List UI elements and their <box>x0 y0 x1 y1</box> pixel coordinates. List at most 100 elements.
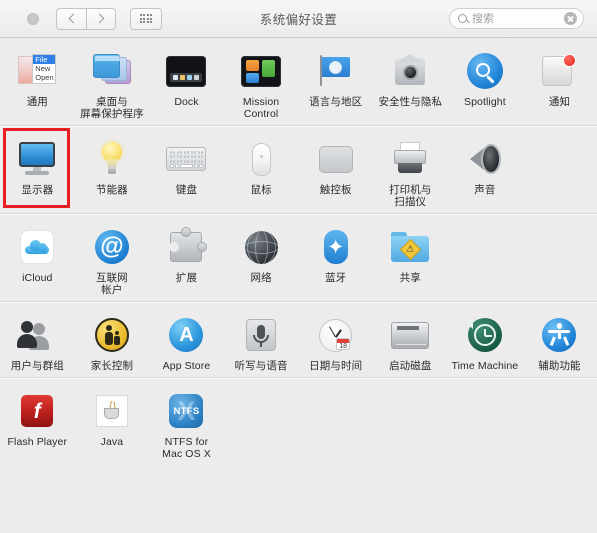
pane-icloud[interactable]: iCloud <box>0 221 75 296</box>
flash-symbol: f <box>33 399 41 423</box>
general-menu-item-open: Open <box>35 73 54 83</box>
pane-java[interactable]: Java <box>75 385 150 460</box>
trackpad-icon <box>314 137 358 181</box>
clear-icon[interactable] <box>564 12 577 25</box>
pane-row-hardware: 显示器 节能器 键盘 鼠标 触控板 打印机与 扫描仪 声音 <box>0 126 597 214</box>
pane-label: 家长控制 <box>90 360 134 372</box>
pane-label: iCloud <box>22 272 53 284</box>
pane-spacer <box>298 385 373 460</box>
users-groups-icon <box>15 313 59 357</box>
preference-panes-grid: File New Open 通用 桌面与 屏幕保护程序 Dock Mission… <box>0 38 597 533</box>
pane-label: 触控板 <box>319 184 352 196</box>
displays-icon <box>15 137 59 181</box>
pane-dock[interactable]: Dock <box>149 45 224 120</box>
window-control-dot[interactable] <box>27 12 39 25</box>
printers-scanners-icon <box>388 137 432 181</box>
pane-energy-saver[interactable]: 节能器 <box>75 133 150 208</box>
pane-label: 安全性与隐私 <box>378 96 443 108</box>
pane-label: 用户与群组 <box>10 360 64 372</box>
pane-accessibility[interactable]: 辅助功能 <box>522 309 597 372</box>
search-field[interactable] <box>449 8 584 29</box>
pane-label: 桌面与 屏幕保护程序 <box>80 96 144 120</box>
pane-spacer <box>224 385 299 460</box>
search-input[interactable] <box>472 12 554 25</box>
language-region-icon <box>314 49 358 93</box>
forward-button[interactable] <box>86 7 116 30</box>
pane-parental-controls[interactable]: 家长控制 <box>75 309 150 372</box>
pane-printers-scanners[interactable]: 打印机与 扫描仪 <box>373 133 448 208</box>
bluetooth-symbol: ✦ <box>326 235 345 259</box>
pane-keyboard[interactable]: 键盘 <box>149 133 224 208</box>
pane-internet-accounts[interactable]: @ 互联网 帐户 <box>75 221 150 296</box>
pane-dictation-speech[interactable]: 听写与语音 <box>224 309 299 372</box>
pane-date-time[interactable]: 18 日期与时间 <box>298 309 373 372</box>
pane-app-store[interactable]: A App Store <box>149 309 224 372</box>
back-button[interactable] <box>56 7 86 30</box>
window-toolbar: 系统偏好设置 <box>0 0 597 38</box>
accessibility-icon <box>537 313 581 357</box>
pane-label: NTFS for Mac OS X <box>162 436 211 460</box>
dock-icon <box>164 49 208 93</box>
internet-accounts-icon: @ <box>90 225 134 269</box>
java-icon <box>90 389 134 433</box>
pane-sound[interactable]: 声音 <box>448 133 523 208</box>
at-symbol: @ <box>94 230 129 264</box>
pane-network[interactable]: 网络 <box>224 221 299 296</box>
energy-saver-icon <box>90 137 134 181</box>
pane-notifications[interactable]: 通知 <box>522 45 597 120</box>
general-menu-item-new: New <box>35 64 51 74</box>
pane-mission-control[interactable]: Mission Control <box>224 45 299 120</box>
pane-label: 打印机与 扫描仪 <box>389 184 432 208</box>
pane-label: 声音 <box>474 184 496 196</box>
pane-startup-disk[interactable]: 启动磁盘 <box>373 309 448 372</box>
pane-desktop-screensaver[interactable]: 桌面与 屏幕保护程序 <box>75 45 150 120</box>
navigation-buttons <box>56 7 116 30</box>
show-all-button[interactable] <box>130 7 162 30</box>
mission-control-icon <box>239 49 283 93</box>
pane-security-privacy[interactable]: 安全性与隐私 <box>373 45 448 120</box>
icloud-icon <box>15 225 59 269</box>
pane-spotlight[interactable]: Spotlight <box>448 45 523 120</box>
time-machine-icon <box>463 313 507 357</box>
pane-label: 键盘 <box>175 184 198 196</box>
pane-label: 语言与地区 <box>309 96 363 108</box>
pane-time-machine[interactable]: Time Machine <box>448 309 523 372</box>
pane-language-region[interactable]: 语言与地区 <box>298 45 373 120</box>
pane-displays[interactable]: 显示器 <box>0 128 75 208</box>
sharing-symbol: ⚠ <box>406 243 415 254</box>
pane-spacer <box>448 385 523 460</box>
ntfs-text: NTFS <box>173 405 200 417</box>
pane-spacer <box>522 385 597 460</box>
pane-users-groups[interactable]: 用户与群组 <box>0 309 75 372</box>
pane-general[interactable]: File New Open 通用 <box>0 45 75 120</box>
pane-ntfs[interactable]: X NTFS NTFS for Mac OS X <box>149 385 224 460</box>
mouse-icon <box>239 137 283 181</box>
chevron-left-icon <box>68 13 78 24</box>
pane-label: Dock <box>174 96 199 108</box>
pane-label: 通知 <box>548 96 571 108</box>
chevron-right-icon <box>94 13 105 24</box>
pane-label: 听写与语音 <box>234 360 288 372</box>
startup-disk-icon <box>388 313 432 357</box>
pane-flash-player[interactable]: f Flash Player <box>0 385 75 460</box>
spotlight-icon <box>463 49 507 93</box>
pane-extensions[interactable]: 扩展 <box>149 221 224 296</box>
general-icon: File New Open <box>15 49 59 93</box>
pane-mouse[interactable]: 鼠标 <box>224 133 299 208</box>
pane-trackpad[interactable]: 触控板 <box>298 133 373 208</box>
search-icon <box>458 14 467 23</box>
pane-label: Flash Player <box>7 436 68 448</box>
pane-label: 启动磁盘 <box>389 360 432 372</box>
desktop-screensaver-icon <box>90 49 134 93</box>
extensions-icon <box>164 225 208 269</box>
pane-label: 互联网 帐户 <box>95 272 128 296</box>
security-privacy-icon <box>388 49 432 93</box>
pane-label: 扩展 <box>175 272 198 284</box>
pane-bluetooth[interactable]: ✦ 蓝牙 <box>298 221 373 296</box>
sharing-icon: ⚠ <box>388 225 432 269</box>
pane-label: Spotlight <box>463 96 506 108</box>
pane-sharing[interactable]: ⚠ 共享 <box>373 221 448 296</box>
pane-label: Mission Control <box>242 96 280 120</box>
keyboard-icon <box>164 137 208 181</box>
flash-player-icon: f <box>15 389 59 433</box>
